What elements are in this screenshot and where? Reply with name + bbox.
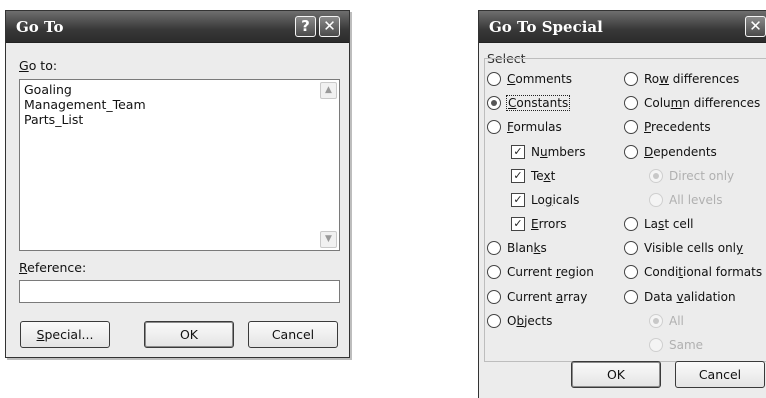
goto-dialog: Go To ? ✕ Go to: Goaling Management_Team…: [5, 10, 350, 358]
option-current-array[interactable]: Current array: [487, 288, 587, 306]
radio-selected-icon[interactable]: [487, 96, 501, 110]
list-item[interactable]: Parts_List: [24, 112, 83, 127]
list-item[interactable]: Goaling: [24, 82, 72, 97]
option-label: Text: [531, 169, 556, 183]
goto-listbox[interactable]: Goaling Management_Team Parts_List ▲ ▼: [19, 79, 340, 251]
goto-title: Go To: [16, 18, 64, 36]
option-label: Visible cells only: [644, 241, 744, 255]
option-label: Dependents: [644, 145, 717, 159]
option-label: Formulas: [507, 120, 562, 134]
option-label: Comments: [507, 72, 573, 86]
option-visible-cells-only[interactable]: Visible cells only: [624, 239, 743, 257]
special-title: Go To Special: [489, 18, 603, 36]
option-blanks[interactable]: Blanks: [487, 239, 547, 257]
option-label: Direct only: [669, 169, 735, 183]
check-numbers[interactable]: ✓ Numbers: [511, 143, 585, 161]
goto-label: Go to:: [19, 58, 58, 73]
option-all-levels: All levels: [649, 191, 722, 209]
option-current-region[interactable]: Current region: [487, 263, 594, 281]
radio-icon[interactable]: [487, 265, 501, 279]
radio-selected-disabled-icon: [649, 314, 663, 328]
option-label: Data validation: [644, 290, 736, 304]
cancel-button[interactable]: Cancel: [248, 321, 338, 348]
radio-icon[interactable]: [487, 72, 501, 86]
radio-icon[interactable]: [624, 265, 638, 279]
ok-button[interactable]: OK: [571, 361, 661, 388]
option-label: All: [669, 314, 684, 328]
option-data-validation[interactable]: Data validation: [624, 288, 736, 306]
checkbox-checked-icon[interactable]: ✓: [511, 217, 525, 231]
radio-icon[interactable]: [624, 72, 638, 86]
option-same: Same: [649, 336, 703, 354]
option-dependents[interactable]: Dependents: [624, 143, 717, 161]
option-label: Blanks: [507, 241, 547, 255]
scroll-down-icon[interactable]: ▼: [320, 231, 337, 248]
radio-icon[interactable]: [487, 290, 501, 304]
option-label: Last cell: [644, 217, 694, 231]
radio-icon[interactable]: [624, 120, 638, 134]
option-label: Current region: [507, 265, 594, 279]
option-label: Objects: [507, 314, 553, 328]
goto-special-dialog: Go To Special ✕ Select Comments Constant…: [478, 10, 766, 398]
checkbox-checked-icon[interactable]: ✓: [511, 193, 525, 207]
special-button[interactable]: Special...: [20, 321, 110, 348]
option-comments[interactable]: Comments: [487, 70, 572, 88]
goto-label-rest: o to:: [28, 58, 58, 73]
option-label: Column differences: [644, 96, 761, 110]
radio-icon[interactable]: [487, 120, 501, 134]
option-last-cell[interactable]: Last cell: [624, 215, 693, 233]
reference-label-rest: eference:: [27, 260, 87, 275]
check-text[interactable]: ✓ Text: [511, 167, 555, 185]
option-formulas[interactable]: Formulas: [487, 118, 562, 136]
checkbox-checked-icon[interactable]: ✓: [511, 145, 525, 159]
radio-icon[interactable]: [624, 145, 638, 159]
option-label: Precedents: [644, 120, 711, 134]
radio-icon[interactable]: [624, 290, 638, 304]
option-precedents[interactable]: Precedents: [624, 118, 711, 136]
radio-icon[interactable]: [624, 217, 638, 231]
radio-icon[interactable]: [624, 96, 638, 110]
goto-titlebar[interactable]: Go To ? ✕: [6, 11, 349, 43]
option-label: Same: [669, 338, 704, 352]
option-label: Row differences: [644, 72, 740, 86]
ok-button[interactable]: OK: [144, 321, 234, 348]
option-label: All levels: [669, 193, 723, 207]
option-row-differences[interactable]: Row differences: [624, 70, 739, 88]
radio-disabled-icon: [649, 193, 663, 207]
radio-disabled-icon: [649, 338, 663, 352]
list-item[interactable]: Management_Team: [24, 97, 146, 112]
option-label: Conditional formats: [644, 265, 763, 279]
option-conditional-formats[interactable]: Conditional formats: [624, 263, 762, 281]
check-errors[interactable]: ✓ Errors: [511, 215, 567, 233]
scroll-up-icon[interactable]: ▲: [320, 82, 337, 99]
radio-icon[interactable]: [487, 314, 501, 328]
option-label: Current array: [507, 290, 588, 304]
option-constants[interactable]: Constants: [487, 94, 571, 112]
option-all: All: [649, 312, 684, 330]
cancel-button[interactable]: Cancel: [675, 361, 765, 388]
check-logicals[interactable]: ✓ Logicals: [511, 191, 579, 209]
option-label: Errors: [531, 217, 567, 231]
radio-icon[interactable]: [487, 241, 501, 255]
close-button[interactable]: ✕: [319, 16, 340, 37]
close-button[interactable]: ✕: [745, 16, 766, 37]
reference-label: Reference:: [19, 260, 87, 275]
help-button[interactable]: ?: [295, 16, 316, 37]
option-column-differences[interactable]: Column differences: [624, 94, 760, 112]
option-label: Numbers: [531, 145, 586, 159]
option-direct-only: Direct only: [649, 167, 734, 185]
radio-selected-disabled-icon: [649, 169, 663, 183]
option-label: Constants: [505, 95, 571, 111]
reference-input[interactable]: [19, 280, 340, 303]
special-titlebar[interactable]: Go To Special ✕: [479, 11, 766, 43]
checkbox-checked-icon[interactable]: ✓: [511, 169, 525, 183]
option-objects[interactable]: Objects: [487, 312, 552, 330]
radio-icon[interactable]: [624, 241, 638, 255]
option-label: Logicals: [531, 193, 580, 207]
listbox-scrollbar[interactable]: ▲ ▼: [320, 82, 337, 248]
